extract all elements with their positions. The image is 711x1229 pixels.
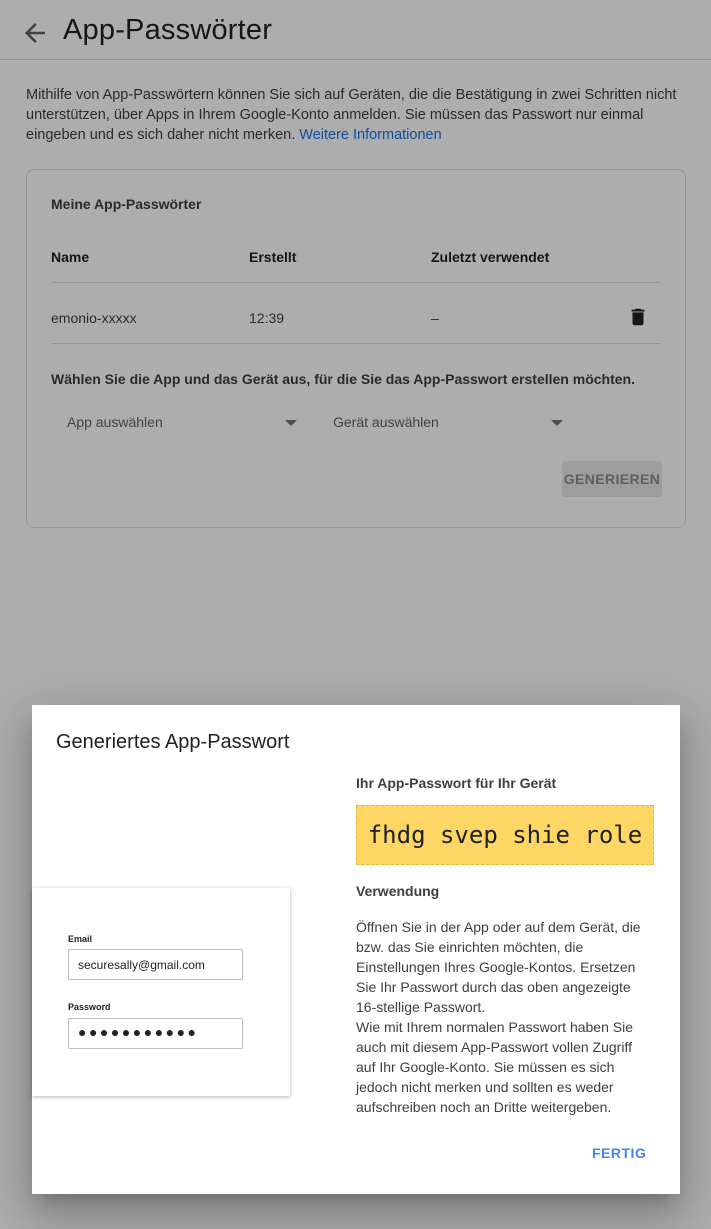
usage-paragraph-1: Öffnen Sie in der App oder auf dem Gerät… bbox=[356, 919, 641, 1015]
login-illustration: Email securesally@gmail.com Password ●●●… bbox=[32, 888, 290, 1096]
generated-password[interactable]: fhdg svep shie role bbox=[356, 805, 654, 865]
done-button[interactable]: FERTIG bbox=[592, 1145, 646, 1161]
illustration-email-label: Email bbox=[68, 934, 93, 944]
usage-text: Öffnen Sie in der App oder auf dem Gerät… bbox=[356, 917, 654, 1117]
password-heading: Ihr App-Passwort für Ihr Gerät bbox=[356, 775, 557, 791]
illustration-password-field: ●●●●●●●●●●● bbox=[68, 1018, 243, 1049]
illustration-email-field: securesally@gmail.com bbox=[68, 949, 243, 980]
usage-paragraph-2: Wie mit Ihrem normalen Passwort haben Si… bbox=[356, 1019, 633, 1115]
generated-password-dialog: Generiertes App-Passwort Email securesal… bbox=[32, 705, 680, 1194]
usage-heading: Verwendung bbox=[356, 883, 440, 899]
dialog-title: Generiertes App-Passwort bbox=[56, 731, 290, 753]
illustration-password-label: Password bbox=[68, 1002, 111, 1012]
